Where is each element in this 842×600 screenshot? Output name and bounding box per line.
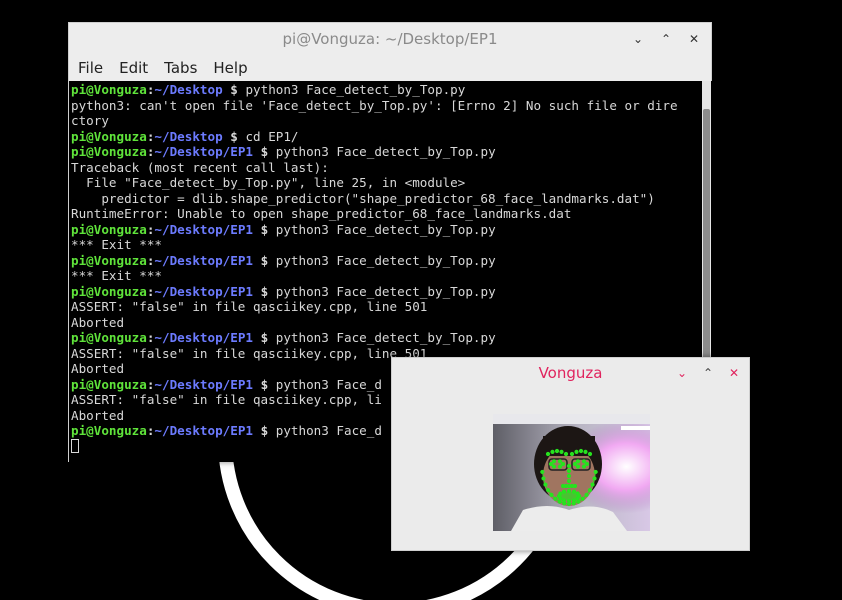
landmark-point: [581, 464, 587, 469]
prompt-command: $ python3 Face_detect_by_Top.py: [260, 330, 496, 345]
prompt-path: ~/Desktop/EP1: [154, 221, 253, 237]
landmark-point: [554, 448, 560, 454]
landmark-point: [574, 449, 579, 454]
terminal-titlebar[interactable]: pi@Vonguza: ~/Desktop/EP1 ⌄ ⌃ ✕: [69, 23, 711, 55]
terminal-line: pi@Vonguza:~/Desktop/EP1 $ python3 Face_…: [71, 284, 701, 300]
landmark-point: [566, 468, 572, 474]
prompt-user: pi@Vonguza: [71, 221, 147, 237]
terminal-line: predictor = dlib.shape_predictor("shape_…: [71, 190, 655, 206]
menu-tabs[interactable]: Tabs: [164, 59, 197, 77]
prompt-command: $ python3 Face_detect_by_Top.py: [230, 82, 466, 97]
terminal-line: Traceback (most recent call last):: [71, 159, 329, 175]
terminal-title: pi@Vonguza: ~/Desktop/EP1: [282, 30, 498, 48]
terminal-line: pi@Vonguza:~/Desktop/EP1 $ python3 Face_…: [71, 330, 701, 346]
terminal-line: pi@Vonguza:~/Desktop/EP1 $ python3 Face_…: [71, 144, 701, 160]
landmark-point: [548, 461, 554, 467]
prompt-command: $ python3 Face_detect_by_Top.py: [260, 144, 496, 159]
menu-edit[interactable]: Edit: [119, 59, 148, 77]
prompt-user: pi@Vonguza: [71, 376, 147, 392]
terminal-line: pi@Vonguza:~/Desktop/EP1 $ python3 Face_…: [71, 253, 701, 269]
terminal-line: *** Exit ***: [71, 268, 162, 283]
minimize-icon[interactable]: ⌄: [631, 32, 645, 46]
prompt-path: ~/Desktop/EP1: [154, 252, 253, 268]
landmark-point: [572, 461, 578, 467]
prompt-command: $ python3 Face_d: [260, 423, 382, 438]
prompt-command: $ cd EP1/: [230, 128, 299, 144]
landmark-point: [551, 464, 557, 469]
face-landmark-image: [493, 414, 650, 531]
close-icon[interactable]: ✕: [727, 366, 741, 380]
prompt-user: pi@Vonguza: [71, 82, 147, 97]
landmark-point: [557, 464, 563, 469]
landmark-point: [578, 448, 584, 454]
landmark-point: [559, 449, 564, 454]
prompt-path: ~/Desktop/EP1: [154, 423, 253, 438]
prompt-path: ~/Desktop/EP1: [154, 283, 253, 299]
terminal-line: python3: can't open file 'Face_detect_by…: [71, 97, 678, 113]
prompt-command: $ python3 Face_detect_by_Top.py: [260, 283, 496, 299]
landmark-point: [550, 449, 555, 454]
prompt-path: ~/Desktop/EP1: [154, 376, 253, 392]
terminal-cursor: [71, 438, 79, 453]
terminal-window-controls: ⌄ ⌃ ✕: [631, 23, 701, 55]
landmark-point: [587, 451, 593, 457]
landmark-point: [560, 461, 566, 467]
terminal-line: ASSERT: "false" in file qasciikey.cpp, l…: [71, 299, 428, 314]
prompt-command: $ python3 Face_detect_by_Top.py: [260, 252, 496, 268]
menu-file[interactable]: File: [78, 59, 103, 77]
terminal-scrollbar-thumb[interactable]: [703, 109, 710, 379]
terminal-line: pi@Vonguza:~/Desktop $ cd EP1/: [71, 129, 701, 145]
menu-help[interactable]: Help: [213, 59, 247, 77]
close-icon[interactable]: ✕: [687, 32, 701, 46]
prompt-path: ~/Desktop: [154, 82, 223, 97]
prompt-command: $ python3 Face_detect_by_Top.py: [260, 221, 496, 237]
maximize-icon[interactable]: ⌃: [701, 366, 715, 380]
prompt-user: pi@Vonguza: [71, 330, 147, 345]
landmark-point: [575, 464, 581, 469]
terminal-line: pi@Vonguza:~/Desktop/EP1 $ python3 Face_…: [71, 222, 701, 238]
camera-frame: [493, 414, 650, 531]
camera-window-controls: ⌄ ⌃ ✕: [675, 358, 741, 388]
landmark-point: [557, 459, 563, 464]
camera-window-title: Vonguza: [538, 364, 603, 382]
terminal-line: File "Face_detect_by_Top.py", line 25, i…: [71, 175, 466, 190]
terminal-line: Aborted: [71, 314, 125, 330]
landmark-point: [551, 459, 557, 464]
prompt-path: ~/Desktop/EP1: [154, 144, 253, 159]
landmark-point: [563, 451, 569, 457]
landmark-point: [566, 463, 572, 469]
mouth-landmarks: [560, 491, 578, 501]
prompt-command: $ python3 Face_d: [260, 376, 382, 392]
landmark-point: [584, 461, 590, 467]
landmark-point: [575, 459, 581, 464]
terminal-line: pi@Vonguza:~/Desktop $ python3 Face_dete…: [71, 82, 701, 98]
camera-window[interactable]: Vonguza ⌄ ⌃ ✕: [391, 357, 750, 551]
prompt-user: pi@Vonguza: [71, 252, 147, 268]
landmark-point: [545, 451, 551, 457]
terminal-menubar: File Edit Tabs Help: [69, 55, 711, 81]
camera-titlebar[interactable]: Vonguza ⌄ ⌃ ✕: [392, 358, 749, 388]
maximize-icon[interactable]: ⌃: [659, 32, 673, 46]
minimize-icon[interactable]: ⌄: [675, 366, 689, 380]
landmark-point: [566, 473, 572, 479]
terminal-line: RuntimeError: Unable to open shape_predi…: [71, 206, 572, 221]
terminal-line: *** Exit ***: [71, 237, 162, 252]
prompt-path: ~/Desktop: [154, 128, 223, 144]
landmark-point: [569, 451, 575, 457]
prompt-user: pi@Vonguza: [71, 128, 147, 144]
landmark-point: [572, 483, 578, 489]
landmark-point: [583, 449, 588, 454]
prompt-user: pi@Vonguza: [71, 144, 147, 159]
prompt-user: pi@Vonguza: [71, 283, 147, 299]
landmark-point: [581, 459, 587, 464]
prompt-user: pi@Vonguza: [71, 423, 147, 438]
prompt-path: ~/Desktop/EP1: [154, 330, 253, 345]
terminal-line: ctory: [71, 113, 109, 128]
landmark-point: [566, 478, 572, 484]
